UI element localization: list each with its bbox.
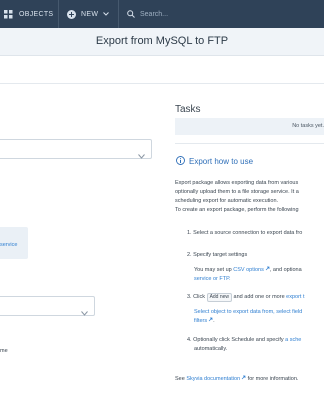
filters-link[interactable]: filters xyxy=(194,318,207,324)
storage-service-link[interactable]: service or FTP. xyxy=(194,275,231,284)
objects-label: OBJECTS xyxy=(19,10,54,18)
step-1: 1. Select a source connection to export … xyxy=(187,230,303,236)
section-divider xyxy=(175,143,324,144)
source-connection-select[interactable] xyxy=(0,139,152,159)
docs-footer: See Skyvia documentation for more inform… xyxy=(175,375,298,384)
step-4-text: 4. Optionally click Schedule and specify xyxy=(187,337,286,343)
chevron-down-icon xyxy=(103,12,110,16)
csv-options-link[interactable]: CSV options xyxy=(233,267,264,273)
docs-footer-text: for more information. xyxy=(246,376,299,382)
step-2-detail: You may set up CSV options , and optiona xyxy=(194,266,302,275)
target-connection-select[interactable] xyxy=(0,296,95,316)
page-title: Export from MySQL to FTP xyxy=(95,35,229,47)
docs-footer-text: See xyxy=(175,376,187,382)
add-new-tag: Add new xyxy=(206,293,233,302)
howto-intro-line: To create an export package, perform the… xyxy=(175,207,299,213)
schedule-link[interactable]: a sche xyxy=(285,337,301,343)
new-menu[interactable]: NEW xyxy=(67,0,110,28)
step-2: 2. Specify target settings xyxy=(187,252,248,258)
howto-heading-text: Export how to use xyxy=(189,157,254,166)
howto-intro-line: scheduling export for automatic executio… xyxy=(175,198,279,204)
step-3-text: 3. Click xyxy=(187,294,207,300)
plus-circle-icon xyxy=(67,9,76,19)
step-3: 3. Click Add new and add one or more exp… xyxy=(187,293,305,302)
step-2-text: You may set up xyxy=(194,267,234,273)
punctuation: . xyxy=(213,318,215,324)
skyvia-docs-link[interactable]: Skyvia documentation xyxy=(186,376,240,382)
howto-heading: Export how to use xyxy=(176,156,253,167)
howto-intro-line: Export package allows exporting data fro… xyxy=(175,180,299,186)
step-3-detail-link[interactable]: Select object to export data from, selec… xyxy=(194,308,302,317)
tasks-panel: No tasks yet. xyxy=(175,118,324,135)
toolbar-band xyxy=(0,56,324,84)
step-3-text: and add one or more xyxy=(232,294,287,300)
nav-divider xyxy=(118,0,119,28)
left-fragment-text: me xyxy=(0,348,8,354)
chevron-down-icon xyxy=(81,303,88,321)
howto-intro-line: optionally upload them to a file storage… xyxy=(175,189,299,195)
objects-menu[interactable]: OBJECTS xyxy=(4,0,53,28)
search-box[interactable]: Search... xyxy=(127,0,168,28)
new-label: NEW xyxy=(81,10,99,18)
chevron-down-icon xyxy=(138,146,145,164)
info-icon xyxy=(176,156,185,167)
nav-divider xyxy=(58,0,59,28)
grid-icon xyxy=(4,9,13,19)
step-4-line2: automatically. xyxy=(194,346,228,352)
tasks-heading: Tasks xyxy=(175,104,201,115)
step-4: 4. Optionally click Schedule and specify… xyxy=(187,336,301,345)
target-option-card[interactable]: service xyxy=(0,227,28,259)
top-nav-bar: OBJECTS NEW Search... xyxy=(0,0,324,28)
export-task-link[interactable]: export t xyxy=(286,294,304,300)
search-icon xyxy=(127,10,135,18)
filters-link-line: filters. xyxy=(194,317,215,326)
card-label: service xyxy=(0,242,18,248)
step-2-text: , and optiona xyxy=(269,267,302,273)
page-header: Export from MySQL to FTP xyxy=(0,28,324,56)
search-input[interactable]: Search... xyxy=(140,11,168,18)
tasks-empty-text: No tasks yet. xyxy=(292,123,324,129)
